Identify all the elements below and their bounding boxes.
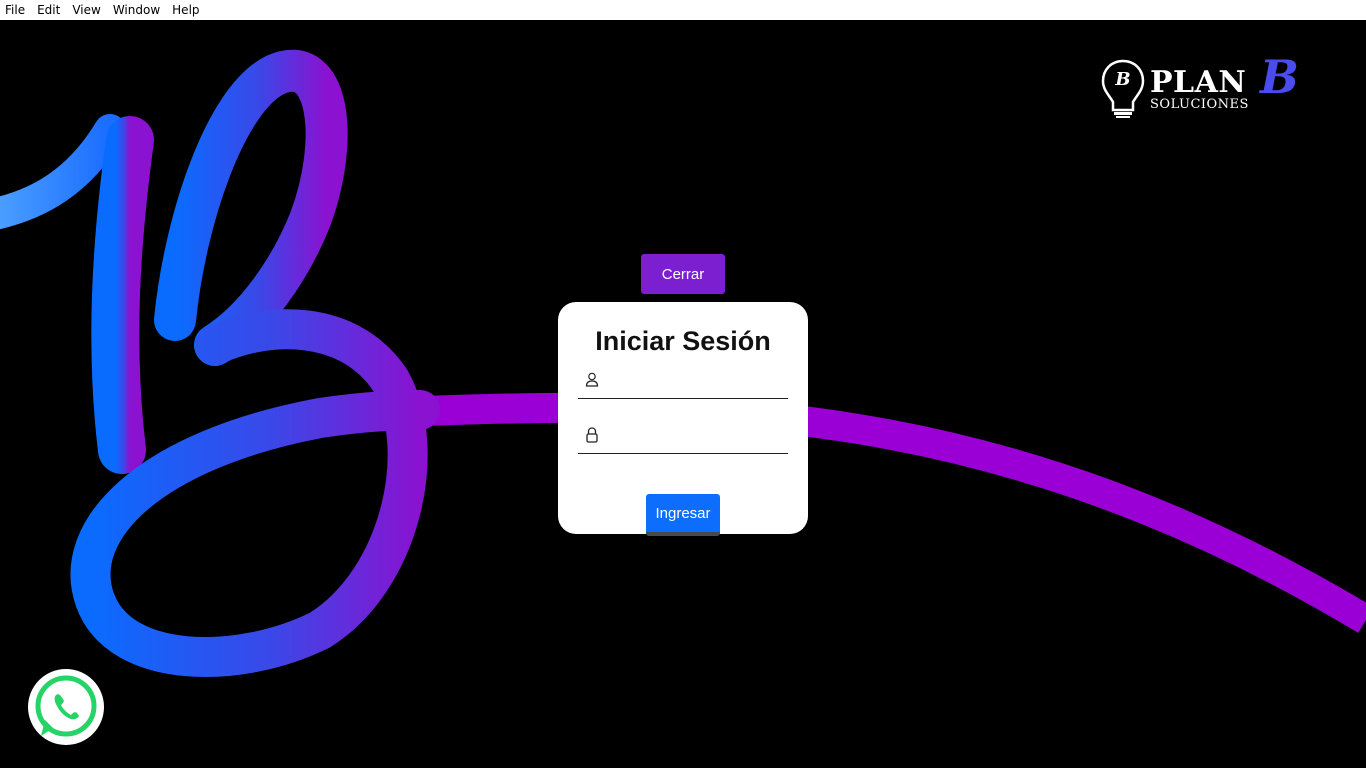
password-field: [578, 423, 790, 454]
bulb-letter: B: [1114, 69, 1130, 90]
login-title: Iniciar Sesión: [595, 326, 771, 356]
brand-logo: B PLAN B SOLUCIONES: [1100, 54, 1300, 120]
user-icon: [585, 372, 599, 387]
lock-icon: [586, 427, 598, 443]
brand-name-accent: B: [1260, 50, 1299, 104]
brand-name: PLAN: [1150, 65, 1247, 100]
menu-view[interactable]: View: [66, 0, 106, 20]
lightbulb-icon: B: [1101, 59, 1145, 118]
menu-help[interactable]: Help: [166, 0, 205, 20]
password-input[interactable]: [606, 423, 790, 453]
swoosh-right: [399, 392, 1366, 633]
whatsapp-icon[interactable]: [27, 668, 105, 746]
login-card: Iniciar Sesión Ingresar: [558, 302, 808, 536]
menu-edit[interactable]: Edit: [31, 0, 66, 20]
swoosh-left: [0, 114, 126, 230]
close-button[interactable]: Cerrar: [641, 254, 725, 294]
username-field: [578, 368, 790, 399]
menu-window[interactable]: Window: [107, 0, 166, 20]
menu-file[interactable]: File: [0, 0, 31, 20]
big-b-letter: [70, 49, 440, 677]
username-input[interactable]: [606, 368, 790, 398]
menubar: File Edit View Window Help: [0, 0, 1366, 20]
login-submit-button[interactable]: Ingresar: [646, 494, 720, 536]
brand-tagline: SOLUCIONES: [1150, 97, 1249, 112]
login-page: B PLAN B SOLUCIONES Cerrar Iniciar Sesió…: [0, 20, 1366, 768]
